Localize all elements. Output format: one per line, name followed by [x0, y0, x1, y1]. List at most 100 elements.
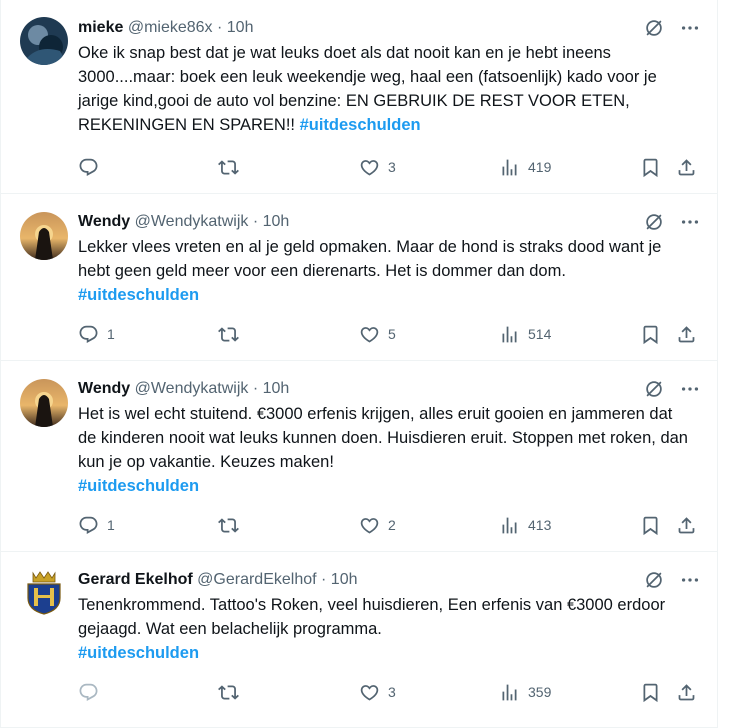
share-icon [676, 157, 697, 178]
hashtag-link[interactable]: #uitdeschulden [78, 477, 199, 495]
tweet-top-actions [643, 211, 701, 233]
hashtag-link[interactable]: #uitdeschulden [78, 644, 199, 662]
retweet-icon [218, 682, 239, 703]
grok-icon[interactable] [643, 378, 665, 400]
like-button[interactable]: 5 [359, 322, 396, 346]
tweet-header: Gerard Ekelhof @GerardEkelhof · 10h [78, 570, 358, 590]
retweet-button[interactable] [218, 155, 247, 179]
like-button[interactable]: 3 [359, 680, 396, 704]
analytics-icon [499, 324, 520, 345]
reply-icon [78, 324, 99, 345]
heart-icon [359, 515, 380, 536]
avatar[interactable] [20, 17, 68, 65]
avatar[interactable] [20, 568, 68, 616]
separator: · [252, 380, 259, 397]
timeline: mieke @mieke86x · 10h Oke ik snap best d… [0, 0, 718, 728]
timestamp[interactable]: 10h [331, 571, 358, 588]
share-icon [676, 324, 697, 345]
display-name[interactable]: Gerard Ekelhof [78, 571, 193, 588]
display-name[interactable]: mieke [78, 19, 123, 36]
grok-icon[interactable] [643, 211, 665, 233]
tweet-body: Lekker vlees vreten en al je geld opmake… [78, 238, 662, 280]
tweet-header: Wendy @Wendykatwijk · 10h [78, 212, 289, 232]
share-button[interactable] [676, 680, 697, 704]
share-button[interactable] [676, 513, 697, 537]
tweet-actions: 1 2 413 [78, 513, 698, 537]
analytics-icon [499, 515, 520, 536]
reply-button[interactable] [78, 155, 107, 179]
hashtag-link[interactable]: #uitdeschulden [78, 286, 199, 304]
tweet-actions: 3 419 [78, 155, 698, 179]
views-button[interactable]: 359 [499, 680, 551, 704]
reply-count: 1 [107, 517, 115, 533]
user-handle[interactable]: @Wendykatwijk [135, 213, 249, 230]
tweet-body: Tenenkrommend. Tattoo's Roken, veel huis… [78, 596, 666, 638]
heart-icon [359, 682, 380, 703]
timestamp[interactable]: 10h [263, 380, 290, 397]
tweet-body: Het is wel echt stuitend. €3000 erfenis … [78, 405, 688, 471]
like-button[interactable]: 3 [359, 155, 396, 179]
view-count: 514 [528, 326, 552, 342]
tweet-text: Oke ik snap best dat je wat leuks doet a… [78, 41, 688, 137]
reply-button[interactable]: 1 [78, 513, 115, 537]
bookmark-button[interactable] [640, 513, 661, 537]
views-button[interactable]: 413 [499, 513, 551, 537]
more-options-icon[interactable] [679, 378, 701, 400]
timestamp[interactable]: 10h [263, 213, 290, 230]
grok-icon[interactable] [643, 569, 665, 591]
reply-icon [78, 515, 99, 536]
bookmark-icon [640, 515, 661, 536]
bookmark-button[interactable] [640, 155, 661, 179]
user-handle[interactable]: @mieke86x [128, 19, 213, 36]
reply-button[interactable] [78, 680, 107, 704]
tweet-top-actions [643, 378, 701, 400]
reply-icon [78, 157, 99, 178]
retweet-icon [218, 515, 239, 536]
separator: · [321, 571, 327, 588]
timestamp[interactable]: 10h [227, 19, 254, 36]
user-handle[interactable]: @GerardEkelhof [197, 571, 316, 588]
bookmark-button[interactable] [640, 680, 661, 704]
reply-count: 1 [107, 326, 115, 342]
share-button[interactable] [676, 322, 697, 346]
tweet-text: Het is wel echt stuitend. €3000 erfenis … [78, 402, 688, 498]
like-count: 5 [388, 326, 396, 342]
tweet-text: Tenenkrommend. Tattoo's Roken, veel huis… [78, 593, 688, 665]
tweet[interactable]: Gerard Ekelhof @GerardEkelhof · 10h Tene… [1, 552, 717, 728]
user-handle[interactable]: @Wendykatwijk [135, 380, 249, 397]
tweet-header: mieke @mieke86x · 10h [78, 18, 253, 38]
separator: · [217, 19, 223, 36]
separator: · [252, 213, 259, 230]
bookmark-button[interactable] [640, 322, 661, 346]
tweet-actions: 1 5 514 [78, 322, 698, 346]
retweet-button[interactable] [218, 322, 247, 346]
view-count: 359 [528, 684, 552, 700]
retweet-button[interactable] [218, 513, 247, 537]
more-options-icon[interactable] [679, 569, 701, 591]
retweet-icon [218, 157, 239, 178]
tweet[interactable]: Wendy @Wendykatwijk · 10h Het is wel ech… [1, 361, 717, 552]
reply-icon [78, 682, 99, 703]
more-options-icon[interactable] [679, 17, 701, 39]
hashtag-link[interactable]: #uitdeschulden [300, 116, 421, 134]
bookmark-icon [640, 157, 661, 178]
avatar[interactable] [20, 212, 68, 260]
retweet-button[interactable] [218, 680, 247, 704]
tweet-top-actions [643, 17, 701, 39]
like-count: 3 [388, 159, 396, 175]
share-button[interactable] [676, 155, 697, 179]
views-button[interactable]: 514 [499, 322, 551, 346]
tweet[interactable]: mieke @mieke86x · 10h Oke ik snap best d… [1, 0, 717, 194]
grok-icon[interactable] [643, 17, 665, 39]
display-name[interactable]: Wendy [78, 380, 130, 397]
retweet-icon [218, 324, 239, 345]
tweet-top-actions [643, 569, 701, 591]
share-icon [676, 515, 697, 536]
more-options-icon[interactable] [679, 211, 701, 233]
tweet[interactable]: Wendy @Wendykatwijk · 10h Lekker vlees v… [1, 194, 717, 361]
display-name[interactable]: Wendy [78, 213, 130, 230]
views-button[interactable]: 419 [499, 155, 551, 179]
avatar[interactable] [20, 379, 68, 427]
like-button[interactable]: 2 [359, 513, 396, 537]
reply-button[interactable]: 1 [78, 322, 115, 346]
